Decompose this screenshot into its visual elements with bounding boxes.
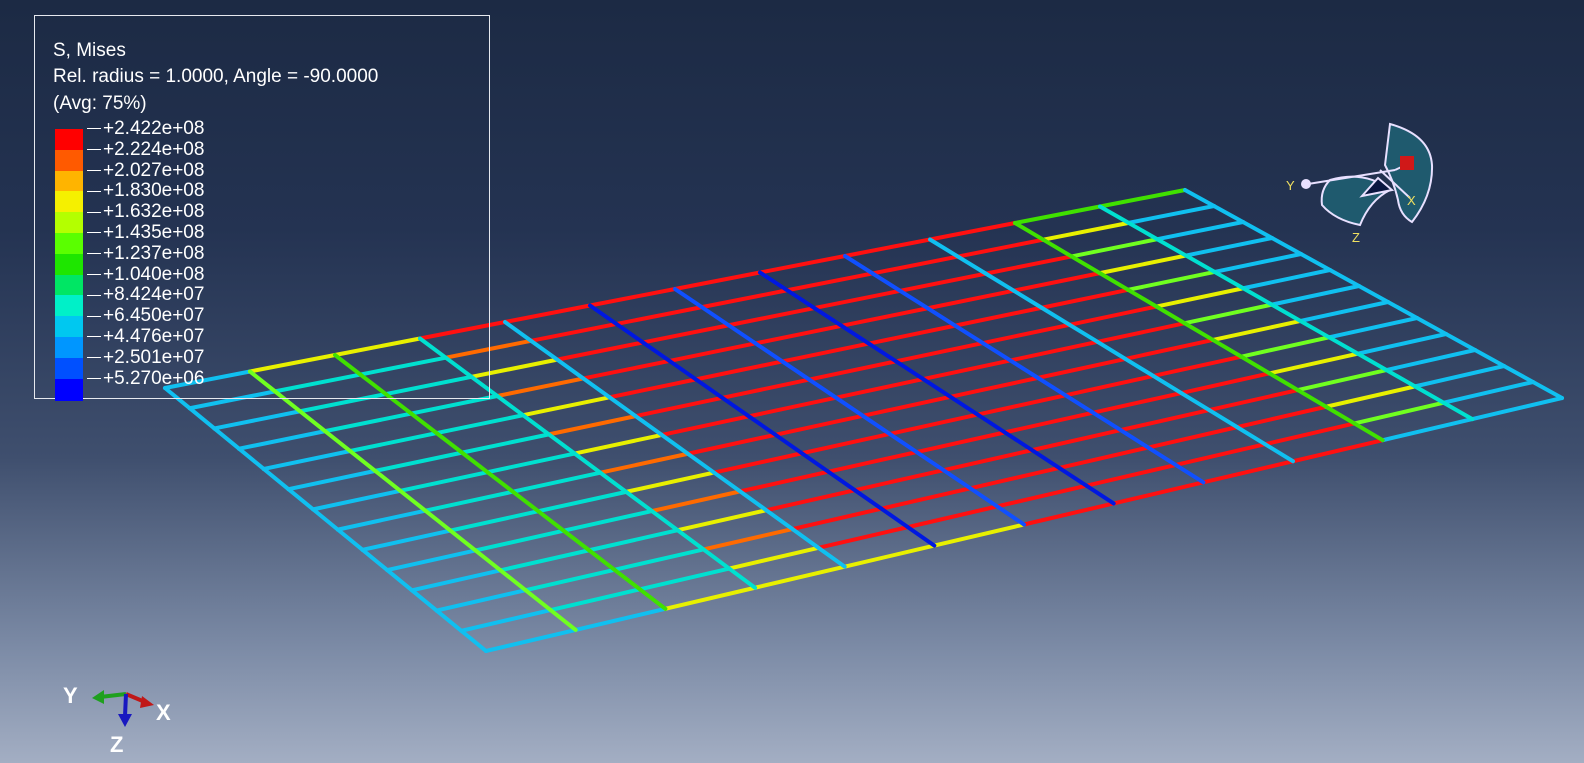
- triad-y-label: Y: [63, 683, 78, 708]
- triad-z-label: Z: [110, 732, 123, 757]
- global-axis-triad: Y X Z: [63, 683, 171, 757]
- triad-x-label: X: [156, 700, 171, 725]
- model-viewport[interactable]: S, Mises Rel. radius = 1.0000, Angle = -…: [0, 0, 1584, 763]
- triad-icon: [92, 690, 154, 727]
